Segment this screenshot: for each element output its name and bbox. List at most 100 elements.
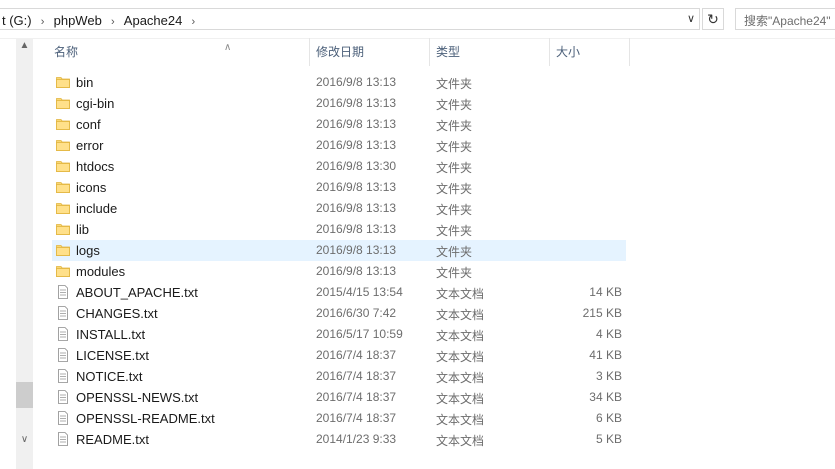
file-row[interactable]: OPENSSL-NEWS.txt 2016/7/4 18:37 文本文档 34 KB: [52, 387, 626, 408]
file-name: OPENSSL-README.txt: [76, 411, 215, 426]
nav-pane-scrollbar[interactable]: ▲ ∨: [16, 38, 33, 469]
file-name: logs: [76, 243, 100, 258]
file-name: icons: [76, 180, 107, 195]
column-header-name[interactable]: 名称 ∧: [48, 38, 310, 66]
file-type: 文本文档: [436, 329, 485, 343]
file-type: 文件夹: [436, 161, 473, 175]
file-type: 文本文档: [436, 350, 485, 364]
file-row[interactable]: modules 2016/9/8 13:13 文件夹: [52, 261, 626, 282]
folder-icon: [56, 75, 70, 89]
file-name: CHANGES.txt: [76, 306, 158, 321]
text-file-icon: [56, 390, 70, 404]
file-date: 2016/7/4 18:37: [316, 411, 397, 425]
file-type: 文本文档: [436, 371, 485, 385]
text-file-icon: [56, 369, 70, 383]
breadcrumb-drive[interactable]: t (G:): [2, 13, 32, 28]
file-name: include: [76, 201, 118, 216]
file-size: 41 KB: [589, 348, 622, 362]
file-date: 2016/5/17 10:59: [316, 327, 403, 341]
scrollbar-thumb[interactable]: [16, 382, 33, 408]
folder-icon: [56, 117, 70, 131]
file-row[interactable]: include 2016/9/8 13:13 文件夹: [52, 198, 626, 219]
file-size: 4 KB: [595, 327, 622, 341]
file-date: 2016/9/8 13:13: [316, 222, 397, 236]
file-row[interactable]: LICENSE.txt 2016/7/4 18:37 文本文档 41 KB: [52, 345, 626, 366]
file-size: 215 KB: [582, 306, 622, 320]
file-type: 文本文档: [436, 287, 485, 301]
file-date: 2016/9/8 13:13: [316, 243, 397, 257]
file-date: 2016/9/8 13:13: [316, 75, 397, 89]
file-row[interactable]: bin 2016/9/8 13:13 文件夹: [52, 72, 626, 93]
file-type: 文件夹: [436, 77, 473, 91]
file-date: 2016/9/8 13:13: [316, 180, 397, 194]
file-name: bin: [76, 75, 94, 90]
file-name: conf: [76, 117, 101, 132]
search-input[interactable]: 搜索"Apache24": [735, 8, 835, 30]
folder-icon: [56, 201, 70, 215]
file-type: 文件夹: [436, 119, 473, 133]
file-row[interactable]: htdocs 2016/9/8 13:30 文件夹: [52, 156, 626, 177]
file-date: 2015/4/15 13:54: [316, 285, 403, 299]
file-size: 34 KB: [589, 390, 622, 404]
refresh-icon[interactable]: ↻: [702, 8, 724, 30]
file-type: 文件夹: [436, 140, 473, 154]
column-header-size[interactable]: 大小: [550, 38, 630, 66]
file-size: 5 KB: [595, 432, 622, 446]
column-header-name-label: 名称: [54, 45, 79, 59]
file-date: 2016/9/8 13:13: [316, 201, 397, 215]
file-type: 文件夹: [436, 224, 473, 238]
chevron-right-icon[interactable]: ›: [102, 16, 124, 28]
file-size: 3 KB: [595, 369, 622, 383]
text-file-icon: [56, 432, 70, 446]
breadcrumb-apache24[interactable]: Apache24: [124, 13, 183, 28]
file-row[interactable]: error 2016/9/8 13:13 文件夹: [52, 135, 626, 156]
folder-icon: [56, 138, 70, 152]
sort-ascending-icon: ∧: [224, 42, 232, 53]
file-row[interactable]: logs 2016/9/8 13:13 文件夹: [52, 240, 626, 261]
file-date: 2016/7/4 18:37: [316, 369, 397, 383]
folder-icon: [56, 243, 70, 257]
file-name: README.txt: [76, 432, 149, 447]
folder-icon: [56, 264, 70, 278]
file-date: 2016/7/4 18:37: [316, 390, 397, 404]
file-row[interactable]: icons 2016/9/8 13:13 文件夹: [52, 177, 626, 198]
address-bar[interactable]: t (G:) › phpWeb › Apache24 › ∨: [0, 8, 700, 30]
file-date: 2016/9/8 13:13: [316, 117, 397, 131]
file-name: htdocs: [76, 159, 115, 174]
file-row[interactable]: CHANGES.txt 2016/6/30 7:42 文本文档 215 KB: [52, 303, 626, 324]
folder-icon: [56, 180, 70, 194]
address-bar-row: t (G:) › phpWeb › Apache24 › ∨ ↻ 搜索"Apache24": [0, 0, 835, 39]
folder-icon: [56, 222, 70, 236]
file-row[interactable]: README.txt 2014/1/23 9:33 文本文档 5 KB: [52, 429, 626, 450]
file-size: 14 KB: [589, 285, 622, 299]
file-name: ABOUT_APACHE.txt: [76, 285, 198, 300]
file-row[interactable]: conf 2016/9/8 13:13 文件夹: [52, 114, 626, 135]
file-type: 文件夹: [436, 98, 473, 112]
text-file-icon: [56, 348, 70, 362]
file-name: LICENSE.txt: [76, 348, 149, 363]
file-name: error: [76, 138, 104, 153]
file-row[interactable]: ABOUT_APACHE.txt 2015/4/15 13:54 文本文档 14 KB: [52, 282, 626, 303]
file-row[interactable]: NOTICE.txt 2016/7/4 18:37 文本文档 3 KB: [52, 366, 626, 387]
file-row[interactable]: cgi-bin 2016/9/8 13:13 文件夹: [52, 93, 626, 114]
column-header-row: 名称 ∧ 修改日期 类型 大小: [0, 38, 835, 66]
column-header-type[interactable]: 类型: [430, 38, 550, 66]
file-date: 2014/1/23 9:33: [316, 432, 397, 446]
file-type: 文本文档: [436, 308, 485, 322]
chevron-right-icon[interactable]: ›: [182, 16, 204, 28]
chevron-down-icon[interactable]: ∨: [684, 12, 698, 28]
file-type: 文本文档: [436, 413, 485, 427]
file-name: modules: [76, 264, 126, 279]
folder-icon: [56, 159, 70, 173]
file-date: 2016/9/8 13:13: [316, 138, 397, 152]
column-header-date[interactable]: 修改日期: [310, 38, 430, 66]
text-file-icon: [56, 411, 70, 425]
file-row[interactable]: INSTALL.txt 2016/5/17 10:59 文本文档 4 KB: [52, 324, 626, 345]
file-type: 文件夹: [436, 245, 473, 259]
chevron-right-icon[interactable]: ›: [32, 16, 54, 28]
file-name: NOTICE.txt: [76, 369, 143, 384]
file-row[interactable]: OPENSSL-README.txt 2016/7/4 18:37 文本文档 6 KB: [52, 408, 626, 429]
file-row[interactable]: lib 2016/9/8 13:13 文件夹: [52, 219, 626, 240]
breadcrumb-phpweb[interactable]: phpWeb: [54, 13, 102, 28]
scroll-down-icon[interactable]: ∨: [16, 434, 33, 445]
